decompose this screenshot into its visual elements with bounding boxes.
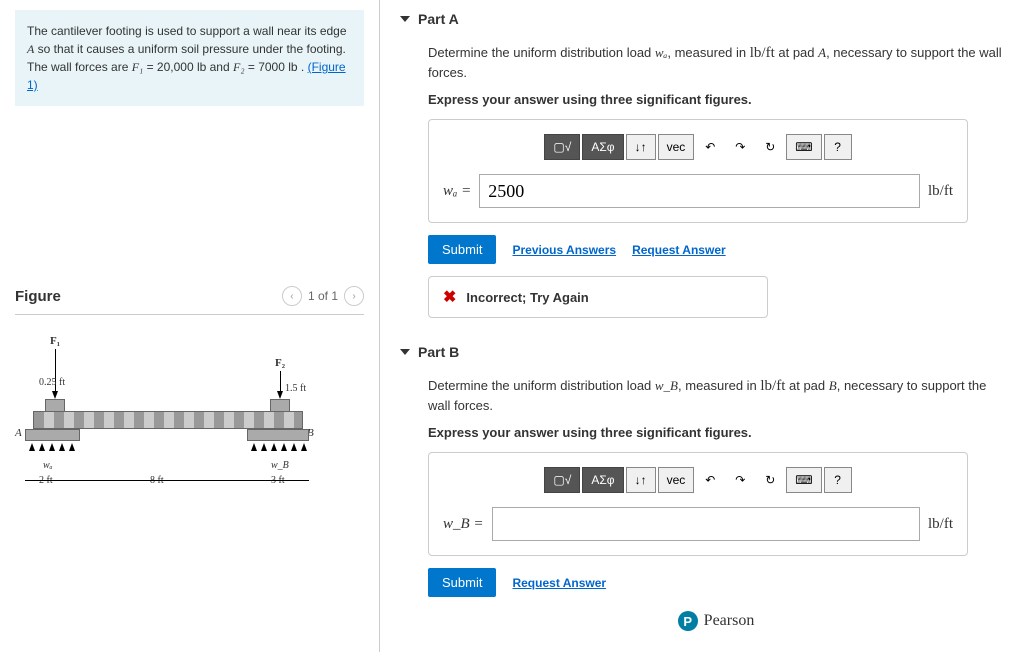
- previous-answers-link[interactable]: Previous Answers: [512, 243, 616, 257]
- part-b-unit: lb/ft: [928, 516, 953, 533]
- templates-button[interactable]: ▢√: [544, 134, 580, 160]
- pearson-logo-icon: P: [678, 611, 698, 631]
- subscript-button[interactable]: ↓↑: [626, 467, 656, 493]
- part-a-request-answer-link[interactable]: Request Answer: [632, 243, 726, 257]
- greek-button[interactable]: ΑΣφ: [582, 467, 623, 493]
- part-b-var-label: w_B =: [443, 516, 484, 533]
- redo-button[interactable]: ↷: [726, 134, 754, 160]
- keyboard-button[interactable]: ⌨: [786, 134, 821, 160]
- figure-diagram: F₁ F₂ 0.25 ft 1.5 ft A B: [15, 335, 335, 515]
- templates-button[interactable]: ▢√: [544, 467, 580, 493]
- part-a-var-label: wₐ =: [443, 183, 471, 200]
- vec-button[interactable]: vec: [658, 467, 695, 493]
- part-b-request-answer-link[interactable]: Request Answer: [512, 576, 606, 590]
- part-a-feedback: ✖ Incorrect; Try Again: [428, 276, 768, 318]
- keyboard-button[interactable]: ⌨: [786, 467, 821, 493]
- part-b-hint: Express your answer using three signific…: [428, 425, 1004, 440]
- vec-button[interactable]: vec: [658, 134, 695, 160]
- pearson-footer: P Pearson: [428, 611, 1004, 631]
- subscript-button[interactable]: ↓↑: [626, 134, 656, 160]
- part-b-prompt: Determine the uniform distribution load …: [428, 376, 1004, 415]
- reset-button[interactable]: ↻: [756, 467, 784, 493]
- help-button[interactable]: ?: [824, 134, 852, 160]
- part-a-header[interactable]: Part A: [400, 5, 1004, 33]
- reset-button[interactable]: ↻: [756, 134, 784, 160]
- figure-prev-button[interactable]: ‹: [282, 286, 302, 306]
- figure-next-button[interactable]: ›: [344, 286, 364, 306]
- figure-title: Figure: [15, 288, 61, 305]
- caret-down-icon: [400, 349, 410, 355]
- part-b-answer-input[interactable]: [492, 507, 920, 541]
- redo-button[interactable]: ↷: [726, 467, 754, 493]
- figure-counter: 1 of 1: [308, 289, 338, 303]
- undo-button[interactable]: ↶: [696, 467, 724, 493]
- part-b-submit-button[interactable]: Submit: [428, 568, 496, 597]
- part-a-submit-button[interactable]: Submit: [428, 235, 496, 264]
- undo-button[interactable]: ↶: [696, 134, 724, 160]
- problem-statement: The cantilever footing is used to suppor…: [15, 10, 364, 106]
- part-a-hint: Express your answer using three signific…: [428, 92, 1004, 107]
- caret-down-icon: [400, 16, 410, 22]
- part-a-unit: lb/ft: [928, 183, 953, 200]
- part-a-prompt: Determine the uniform distribution load …: [428, 43, 1004, 82]
- help-button[interactable]: ?: [824, 467, 852, 493]
- part-a-answer-input[interactable]: [479, 174, 920, 208]
- incorrect-icon: ✖: [443, 287, 456, 307]
- part-b-header[interactable]: Part B: [400, 338, 1004, 366]
- greek-button[interactable]: ΑΣφ: [582, 134, 623, 160]
